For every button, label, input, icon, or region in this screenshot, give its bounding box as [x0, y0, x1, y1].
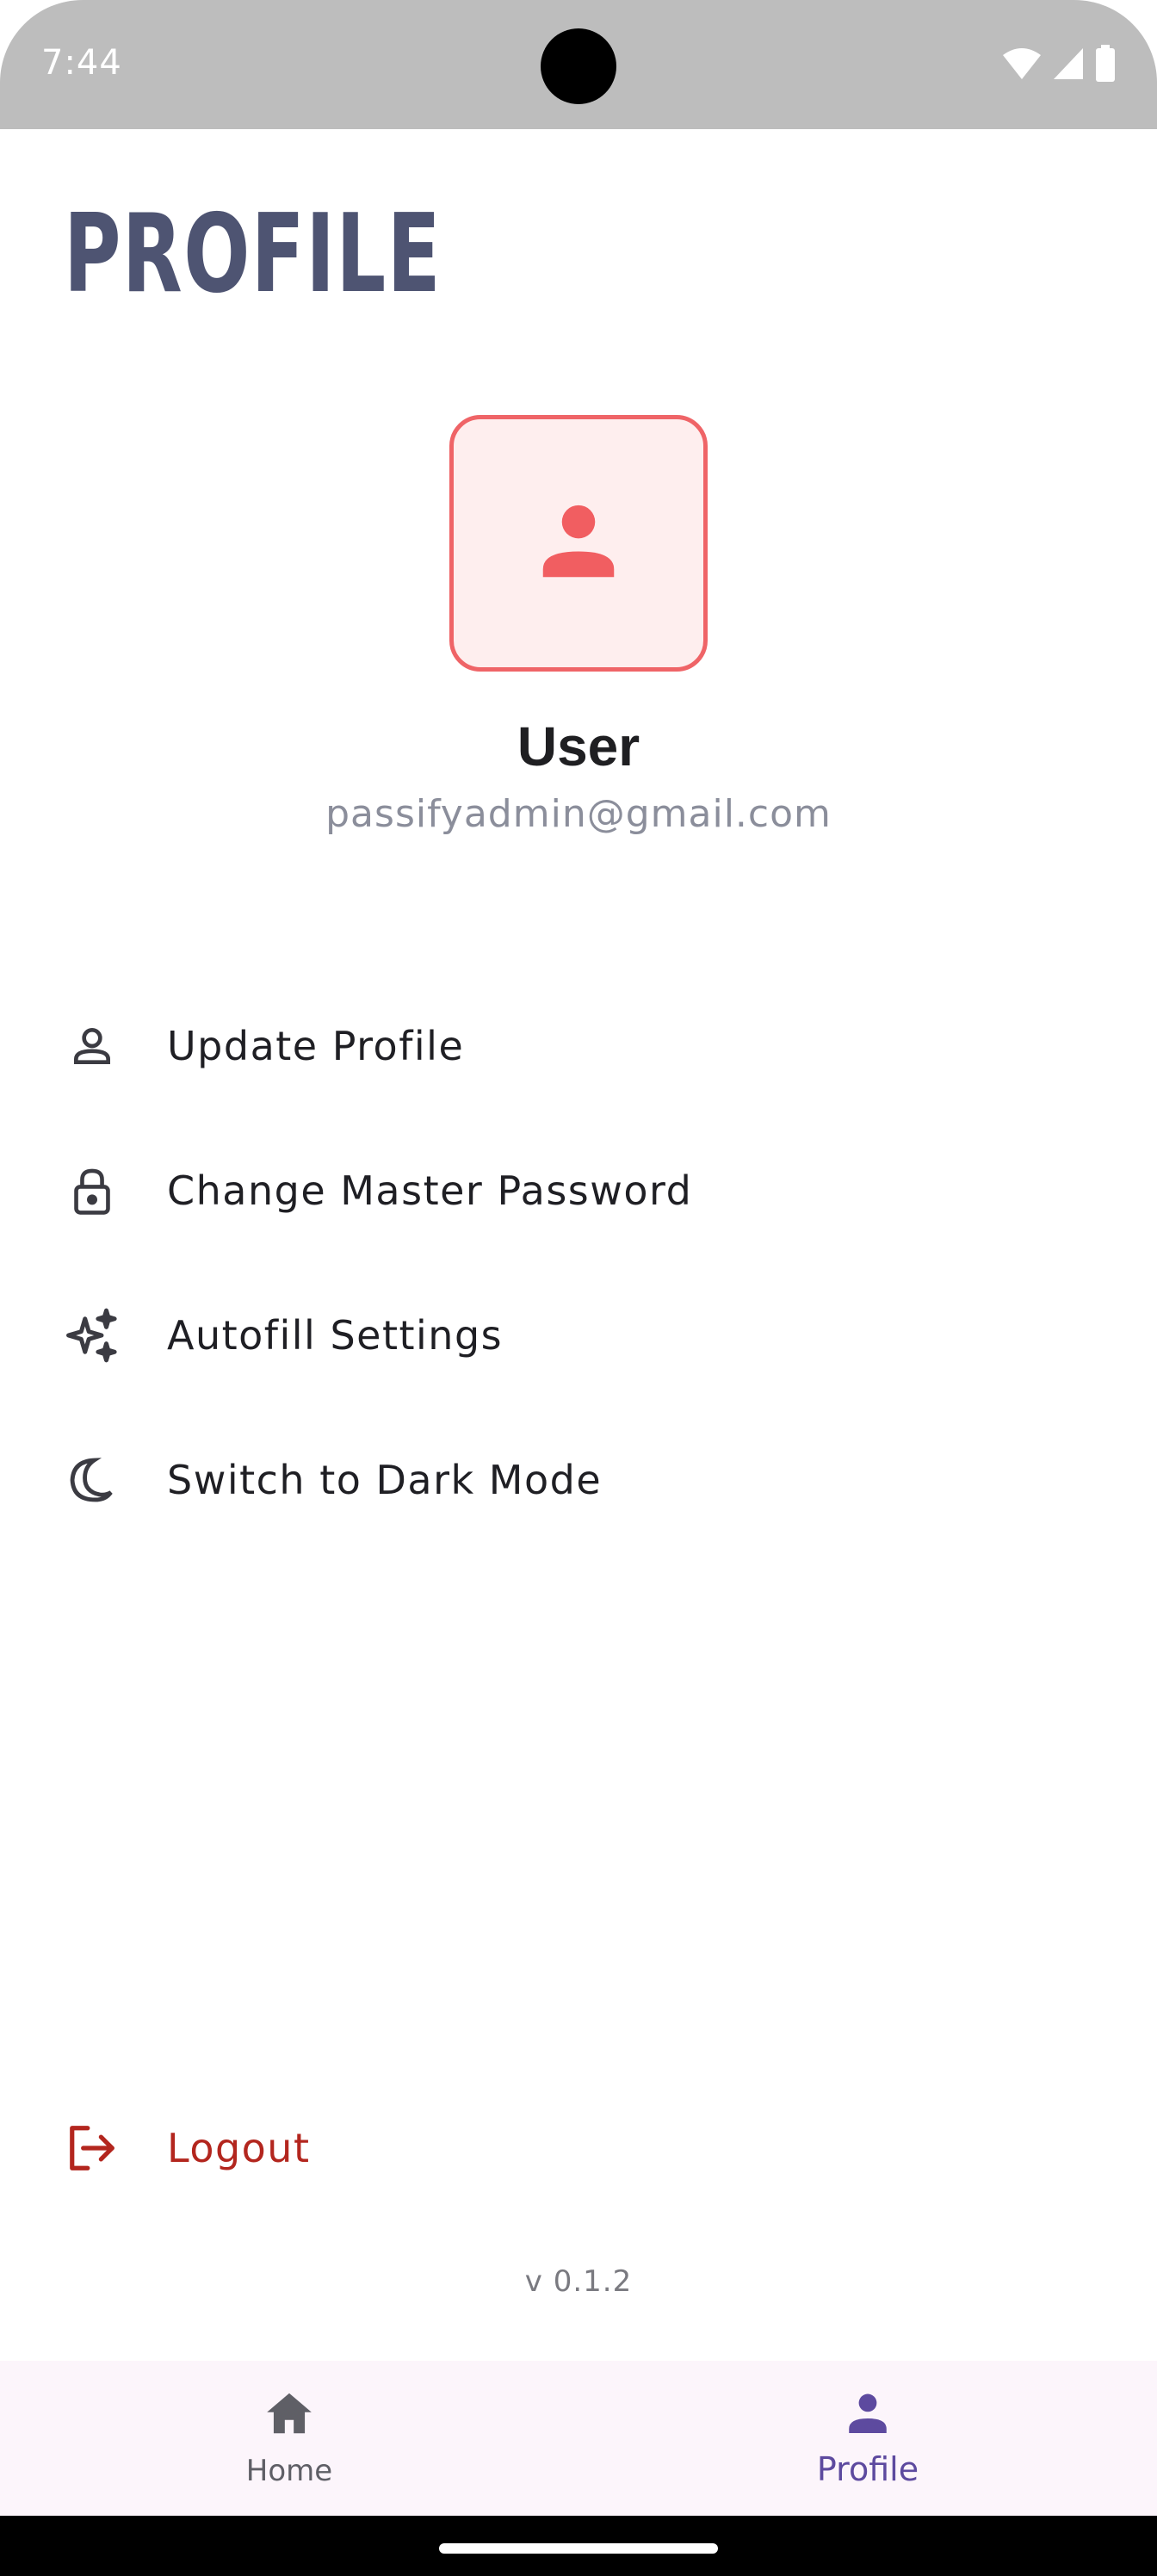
logout-icon	[64, 2120, 121, 2177]
status-time: 7:44	[41, 43, 122, 83]
nav-item-home[interactable]: Home	[0, 2361, 578, 2516]
menu-item-autofill-settings[interactable]: Autofill Settings	[0, 1271, 1157, 1400]
page-title: PROFILE	[64, 190, 442, 317]
wifi-icon	[1002, 46, 1042, 84]
avatar[interactable]	[449, 415, 708, 672]
menu-item-update-profile[interactable]: Update Profile	[0, 981, 1157, 1111]
home-icon	[0, 2387, 578, 2443]
person-icon	[531, 494, 626, 592]
profile-screen: 7:44 PROFILE User passifyadmin@gmail.com	[0, 0, 1157, 2576]
lock-icon	[64, 1162, 121, 1219]
user-email: passifyadmin@gmail.com	[325, 792, 832, 836]
nav-label-profile: Profile	[816, 2450, 919, 2488]
menu-item-label: Switch to Dark Mode	[167, 1457, 603, 1503]
logout-label: Logout	[167, 2125, 311, 2171]
menu-item-label: Update Profile	[167, 1023, 465, 1069]
signal-icon	[1052, 46, 1085, 84]
bottom-navigation: Home Profile	[0, 2361, 1157, 2516]
battery-icon	[1095, 45, 1116, 86]
version-text: v 0.1.2	[524, 2264, 633, 2299]
logout-button[interactable]: Logout	[0, 2084, 1157, 2213]
user-name: User	[517, 715, 640, 777]
status-icons	[1002, 45, 1116, 86]
nav-item-profile[interactable]: Profile	[578, 2361, 1157, 2516]
person-icon	[578, 2387, 1157, 2443]
menu-item-switch-dark-mode[interactable]: Switch to Dark Mode	[0, 1415, 1157, 1545]
moon-icon	[64, 1452, 121, 1508]
camera-cutout	[541, 28, 616, 104]
person-outline-icon	[64, 1018, 121, 1074]
nav-label-home: Home	[245, 2454, 333, 2488]
gesture-handle[interactable]	[439, 2543, 718, 2554]
sparkle-icon	[64, 1307, 121, 1364]
menu-item-change-master-password[interactable]: Change Master Password	[0, 1126, 1157, 1255]
status-bar: 7:44	[0, 0, 1157, 129]
menu-item-label: Change Master Password	[167, 1167, 693, 1214]
menu-item-label: Autofill Settings	[167, 1312, 504, 1359]
